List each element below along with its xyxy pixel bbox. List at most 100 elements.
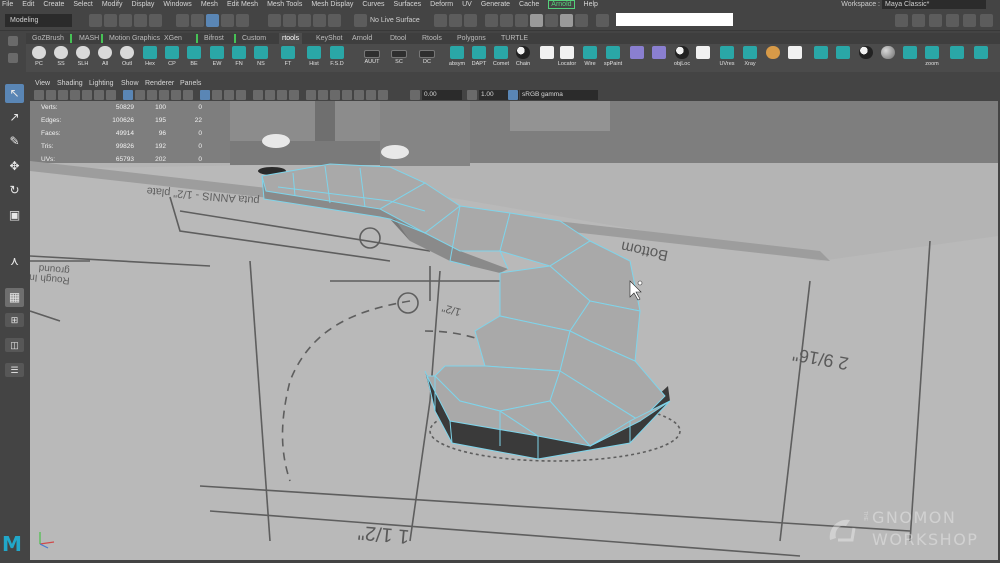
shelf-button-tool-32[interactable] (784, 44, 806, 71)
redo-icon[interactable] (149, 14, 162, 27)
move-tool-icon[interactable]: ✥ (5, 157, 24, 176)
construction-history-icon[interactable] (464, 14, 477, 27)
vertex-mask-icon[interactable] (221, 14, 234, 27)
shelf-button-tool-26[interactable] (648, 44, 670, 71)
view-transform-select[interactable]: sRGB gamma (520, 90, 598, 100)
shelf-button-dc[interactable]: DC (416, 44, 438, 71)
film-gate-icon[interactable] (318, 90, 328, 100)
edge-mask-icon[interactable] (236, 14, 249, 27)
isolate-select-icon[interactable] (306, 90, 316, 100)
shelf-button-xray[interactable]: Xray (739, 44, 761, 71)
menu-deform[interactable]: Deform (430, 0, 453, 9)
shelf-button-tool-35[interactable] (855, 44, 877, 71)
select-hierarchy-icon[interactable] (176, 14, 189, 27)
snap-view-icon[interactable] (313, 14, 326, 27)
shelf-button-absym[interactable]: absym (446, 44, 468, 71)
render-settings-icon[interactable] (530, 14, 543, 27)
resolution-gate-icon[interactable] (330, 90, 340, 100)
lasso-tool-icon[interactable]: ↗ (5, 108, 24, 127)
safe-title-icon[interactable] (378, 90, 388, 100)
menu-edit-mesh[interactable]: Edit Mesh (227, 0, 258, 9)
shelf-button-f-s-d[interactable]: F.S.D (326, 44, 348, 71)
last-tool-icon[interactable]: ⋏ (5, 252, 24, 271)
2d-pan-zoom-icon[interactable] (82, 90, 92, 100)
wireframe-icon[interactable] (123, 90, 133, 100)
panel-menu-renderer[interactable]: Renderer (145, 79, 174, 89)
grease-pencil-icon[interactable] (94, 90, 104, 100)
shelf-button-tool-25[interactable] (626, 44, 648, 71)
outliner-layout-icon[interactable]: ☰ (5, 363, 24, 377)
shelf-button-dapt[interactable]: DAPT (468, 44, 490, 71)
select-component-icon[interactable] (206, 14, 219, 27)
shelf-button-tool-36[interactable] (877, 44, 899, 71)
shelf-button-tool-34[interactable] (832, 44, 854, 71)
grid-toggle-icon[interactable] (106, 90, 116, 100)
menu-arnold[interactable]: Arnold (548, 0, 575, 9)
smooth-shade-icon[interactable] (135, 90, 145, 100)
shelf-tab-motion-graphics[interactable]: Motion Graphics (106, 33, 163, 44)
tool-settings-icon[interactable] (946, 14, 959, 27)
shelf-tab-turtle[interactable]: TURTLE (498, 33, 531, 44)
shelf-tab-rtools[interactable]: rtools (279, 33, 303, 44)
shelf-button-ns[interactable]: NS (250, 44, 272, 71)
safe-action-icon[interactable] (366, 90, 376, 100)
menu-set-select[interactable]: Modeling (5, 14, 72, 27)
paint-select-tool-icon[interactable]: ✎ (5, 132, 24, 151)
snap-curve-icon[interactable] (283, 14, 296, 27)
command-input[interactable] (616, 13, 733, 26)
menu-edit[interactable]: Edit (22, 0, 34, 9)
shelf-button-tool-37[interactable] (899, 44, 921, 71)
outliner-icon[interactable] (980, 14, 993, 27)
shelf-button-ew[interactable]: EW (206, 44, 228, 71)
menu-file[interactable]: File (2, 0, 13, 9)
camera-select-icon[interactable] (34, 90, 44, 100)
four-view-layout-icon[interactable]: ⊞ (5, 313, 24, 327)
shelf-button-uvres[interactable]: UVres (716, 44, 738, 71)
anti-aliasing-icon[interactable] (277, 90, 287, 100)
exposure-field[interactable]: 0.00 (422, 90, 462, 100)
save-scene-icon[interactable] (119, 14, 132, 27)
shelf-button-hist[interactable]: Hist (303, 44, 325, 71)
use-all-lights-icon[interactable] (171, 90, 181, 100)
menu-create[interactable]: Create (43, 0, 64, 9)
xray-components-icon[interactable] (236, 90, 246, 100)
shelf-button-locator[interactable]: Locator (556, 44, 578, 71)
modeling-toolkit-icon[interactable] (895, 14, 908, 27)
input-ops-icon[interactable] (434, 14, 447, 27)
shelf-tab-xgen[interactable]: XGen (161, 33, 185, 44)
shelf-button-all[interactable]: All (94, 44, 116, 71)
new-scene-icon[interactable] (89, 14, 102, 27)
menu-display[interactable]: Display (131, 0, 154, 9)
scale-tool-icon[interactable]: ▣ (5, 206, 24, 225)
output-ops-icon[interactable] (449, 14, 462, 27)
menu-select[interactable]: Select (73, 0, 92, 9)
channel-box-icon[interactable] (963, 14, 976, 27)
textured-icon[interactable] (159, 90, 169, 100)
character-controls-icon[interactable] (912, 14, 925, 27)
bookmarks-icon[interactable] (58, 90, 68, 100)
shelf-button-outl[interactable]: Outl (116, 44, 138, 71)
gate-mask-icon[interactable] (342, 90, 352, 100)
menu-uv[interactable]: UV (462, 0, 472, 9)
shelf-button-zoom[interactable]: zoom (921, 44, 943, 71)
shelf-button-ss[interactable]: SS (50, 44, 72, 71)
shelf-tab-gozbrush[interactable]: GoZBrush (29, 33, 67, 44)
undo-icon[interactable] (134, 14, 147, 27)
shadows-icon[interactable] (183, 90, 193, 100)
select-object-icon[interactable] (191, 14, 204, 27)
render-frame-icon[interactable] (500, 14, 513, 27)
shelf-button-objloc[interactable]: objLoc (671, 44, 693, 71)
image-plane-icon[interactable] (70, 90, 80, 100)
menu-mesh[interactable]: Mesh (201, 0, 218, 9)
shelf-button-tool-33[interactable] (810, 44, 832, 71)
shelf-button-sppaint[interactable]: spPaint (602, 44, 624, 71)
menu-curves[interactable]: Curves (362, 0, 384, 9)
panel-menu-lighting[interactable]: Lighting (89, 79, 114, 89)
panel-menu-panels[interactable]: Panels (180, 79, 201, 89)
shelf-button-tool-21[interactable] (536, 44, 558, 71)
shelf-button-wire[interactable]: Wire (579, 44, 601, 71)
two-view-layout-icon[interactable]: ◫ (5, 338, 24, 352)
open-scene-icon[interactable] (104, 14, 117, 27)
shelf-tab-dtool[interactable]: Dtool (387, 33, 409, 44)
snap-surface-icon[interactable] (328, 14, 341, 27)
